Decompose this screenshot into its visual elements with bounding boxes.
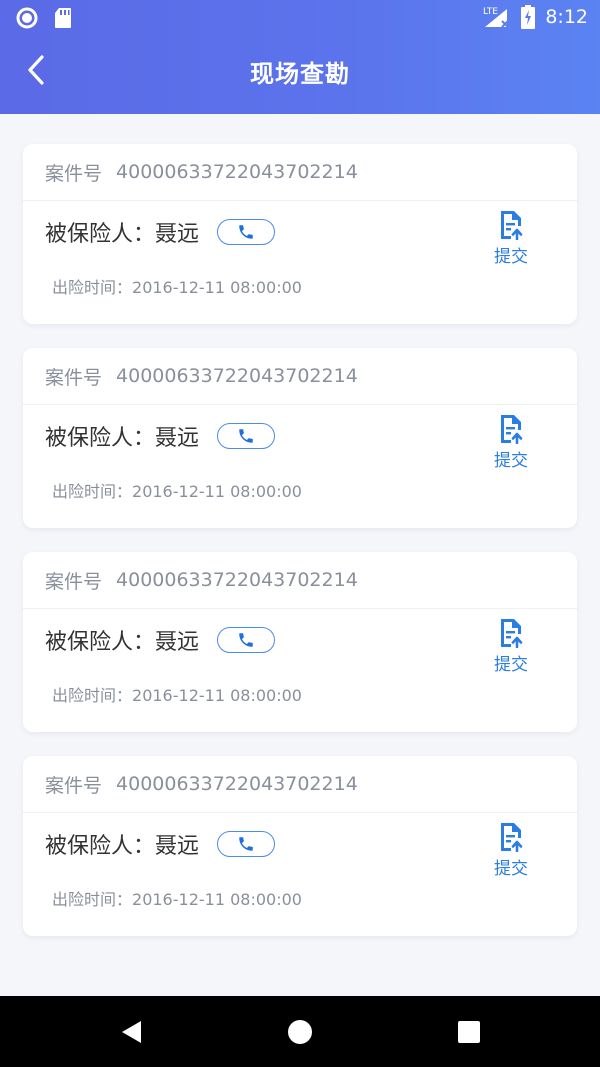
recents-square-icon[interactable]	[455, 1018, 483, 1046]
case-card[interactable]: 案件号 40000633722043702214 被保险人： 聂远 出险时间：2…	[23, 144, 577, 324]
submit-button[interactable]: 提交	[489, 618, 533, 675]
accident-time-row: 出险时间：2016-12-11 08:00:00	[52, 682, 302, 706]
insured-name: 聂远	[155, 630, 200, 655]
case-card[interactable]: 案件号 40000633722043702214 被保险人： 聂远 出险时间：2…	[23, 756, 577, 936]
case-card[interactable]: 案件号 40000633722043702214 被保险人： 聂远 出险时间：2…	[23, 348, 577, 528]
insured-label: 被保险人：	[45, 426, 156, 451]
phone-icon	[239, 633, 253, 647]
submit-label: 提交	[494, 655, 528, 675]
insured-label: 被保险人：	[45, 630, 156, 655]
accident-time-label: 出险时间：	[52, 890, 133, 909]
insured-row: 被保险人： 聂远	[45, 420, 276, 452]
accident-time: 2016-12-11 08:00:00	[132, 686, 302, 705]
case-header: 案件号 40000633722043702214	[23, 756, 577, 813]
header-background: LTE 8:12 现场查勘	[0, 0, 600, 114]
insured-name: 聂远	[155, 834, 200, 859]
case-card[interactable]: 案件号 40000633722043702214 被保险人： 聂远 出险时间：2…	[23, 552, 577, 732]
signal-icon: LTE	[483, 7, 510, 28]
insured-name: 聂远	[155, 426, 200, 451]
case-number: 40000633722043702214	[116, 365, 358, 387]
status-time: 8:12	[545, 6, 588, 28]
case-number-label: 案件号	[45, 366, 103, 389]
case-number-label: 案件号	[45, 774, 103, 797]
insured-name: 聂远	[155, 222, 200, 247]
back-triangle-icon[interactable]	[118, 1018, 146, 1046]
case-header: 案件号 40000633722043702214	[23, 552, 577, 609]
phone-icon	[239, 837, 253, 851]
document-upload-icon	[501, 823, 523, 852]
system-nav-bar	[0, 996, 600, 1067]
accident-time-row: 出险时间：2016-12-11 08:00:00	[52, 886, 302, 910]
phone-icon	[239, 225, 253, 239]
insured-label: 被保险人：	[45, 222, 156, 247]
network-type-label: LTE	[483, 7, 498, 17]
call-button[interactable]	[217, 423, 276, 449]
document-upload-icon	[501, 211, 523, 240]
case-number: 40000633722043702214	[116, 773, 358, 795]
case-number: 40000633722043702214	[116, 161, 358, 183]
case-number: 40000633722043702214	[116, 569, 358, 591]
accident-time: 2016-12-11 08:00:00	[132, 890, 302, 909]
case-list: 案件号 40000633722043702214 被保险人： 聂远 出险时间：2…	[23, 144, 577, 960]
phone-icon	[239, 429, 253, 443]
case-header: 案件号 40000633722043702214	[23, 144, 577, 201]
document-upload-icon	[501, 619, 523, 648]
record-icon	[16, 7, 38, 29]
status-bar: LTE 8:12	[0, 0, 600, 36]
submit-label: 提交	[494, 859, 528, 879]
insured-row: 被保险人： 聂远	[45, 828, 276, 860]
case-number-label: 案件号	[45, 570, 103, 593]
sd-card-icon	[55, 8, 71, 28]
call-button[interactable]	[217, 219, 276, 245]
home-circle-icon[interactable]	[286, 1018, 314, 1046]
accident-time-label: 出险时间：	[52, 686, 133, 705]
submit-button[interactable]: 提交	[489, 210, 533, 267]
submit-button[interactable]: 提交	[489, 414, 533, 471]
accident-time-row: 出险时间：2016-12-11 08:00:00	[52, 478, 302, 502]
call-button[interactable]	[217, 831, 276, 857]
accident-time: 2016-12-11 08:00:00	[132, 278, 302, 297]
insured-row: 被保险人： 聂远	[45, 624, 276, 656]
call-button[interactable]	[217, 627, 276, 653]
submit-label: 提交	[494, 451, 528, 471]
battery-charging-icon	[521, 5, 536, 29]
accident-time: 2016-12-11 08:00:00	[132, 482, 302, 501]
case-header: 案件号 40000633722043702214	[23, 348, 577, 405]
app-bar: 现场查勘	[0, 36, 600, 114]
accident-time-label: 出险时间：	[52, 278, 133, 297]
submit-button[interactable]: 提交	[489, 822, 533, 879]
insured-row: 被保险人： 聂远	[45, 216, 276, 248]
case-number-label: 案件号	[45, 162, 103, 185]
document-upload-icon	[501, 415, 523, 444]
page-title: 现场查勘	[250, 60, 350, 88]
submit-label: 提交	[494, 247, 528, 267]
insured-label: 被保险人：	[45, 834, 156, 859]
accident-time-row: 出险时间：2016-12-11 08:00:00	[52, 274, 302, 298]
accident-time-label: 出险时间：	[52, 482, 133, 501]
